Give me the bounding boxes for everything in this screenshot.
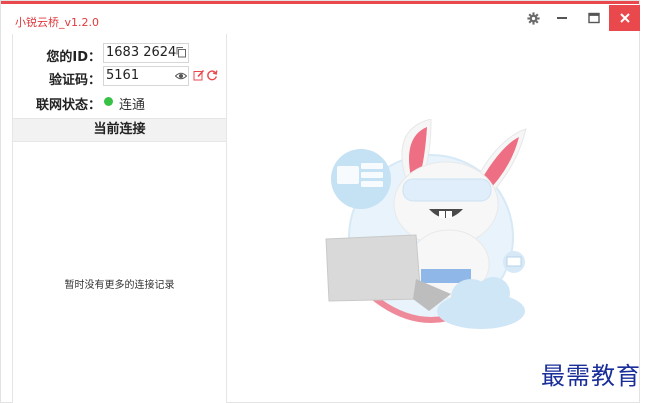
status-value: 连通 (119, 98, 146, 113)
settings-button[interactable] (520, 7, 546, 29)
app-title: 小锐云桥_v1.2.0 (15, 16, 99, 29)
minimize-button[interactable] (549, 7, 575, 29)
left-panel: 您的ID： 1683 2624 验证码： 5161 联网状态： 连通 当前连接 … (12, 34, 227, 403)
mascot-illustration (325, 119, 527, 329)
watermark-text: 最需教育 (541, 362, 641, 390)
minimize-icon (557, 17, 567, 19)
code-label: 验证码： (48, 73, 101, 88)
title-bar[interactable]: 小锐云桥_v1.2.0 (1, 4, 640, 34)
gear-icon (526, 11, 540, 25)
close-button[interactable] (609, 5, 640, 31)
refresh-icon[interactable] (206, 69, 218, 81)
edit-icon[interactable] (193, 69, 205, 81)
laptop-screen (325, 234, 422, 302)
copy-icon[interactable] (175, 46, 187, 58)
eye-icon[interactable] (175, 70, 187, 82)
id-value: 1683 2624 (106, 45, 177, 60)
status-label: 联网状态： (35, 98, 101, 113)
id-label: 您的ID： (46, 50, 101, 65)
monitor-icon (506, 256, 522, 267)
status-row: 联网状态： 连通 (13, 91, 228, 113)
current-connections-header: 当前连接 (13, 118, 226, 142)
maximize-icon (588, 12, 600, 24)
close-icon (619, 13, 630, 23)
app-window: 小锐云桥_v1.2.0 您的ID： 1683 2624 验证码： 5161 联网… (0, 0, 640, 403)
code-value: 5161 (106, 68, 140, 83)
mascot-goggles (402, 178, 492, 202)
id-row: 您的ID： 1683 2624 (13, 43, 228, 65)
status-indicator (104, 97, 113, 106)
maximize-button[interactable] (581, 7, 607, 29)
code-row: 验证码： 5161 (13, 66, 228, 88)
empty-connections-text: 暂时没有更多的连接记录 (64, 280, 175, 291)
